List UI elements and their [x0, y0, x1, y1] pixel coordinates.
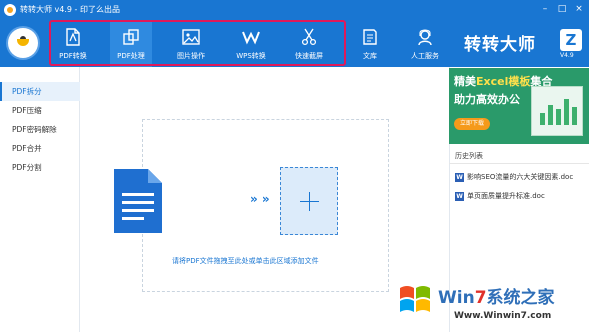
- tool-label: PDF处理: [117, 52, 145, 60]
- library-icon: [363, 29, 377, 45]
- tool-library[interactable]: 文库: [355, 20, 385, 67]
- word-doc-icon: W: [455, 192, 464, 201]
- support-icon: [418, 29, 432, 46]
- tool-wps[interactable]: WPS转换: [230, 20, 272, 67]
- title-bar: 转转大师 v4.9 - 印了么出品 – □ ×: [0, 0, 589, 20]
- arrow-right-icon: » »: [250, 192, 270, 206]
- watermark-title: Win7系统之家: [438, 288, 555, 308]
- download-now-button[interactable]: 立即下载: [454, 118, 490, 130]
- version-label: V4.9: [560, 52, 574, 59]
- sidebar-item-pdf-divide[interactable]: PDF分割: [0, 158, 80, 177]
- close-button[interactable]: ×: [572, 2, 586, 16]
- tool-support[interactable]: 人工服务: [405, 20, 445, 67]
- tool-pdf-process[interactable]: PDF处理: [110, 20, 152, 67]
- user-avatar[interactable]: [8, 28, 38, 58]
- sidebar-item-pdf-merge[interactable]: PDF合并: [0, 139, 80, 158]
- wps-icon: [242, 31, 260, 45]
- tool-label: 快速截屏: [295, 52, 323, 60]
- history-title: 历史列表: [455, 152, 483, 160]
- ad-banner[interactable]: 精美Excel模板集合 助力高效办公 立即下载: [449, 68, 589, 144]
- pdf-process-icon: [123, 29, 139, 45]
- tool-pdf-convert[interactable]: PDF转换: [55, 20, 91, 67]
- history-item[interactable]: W 单页面质量提升标准.doc: [455, 191, 545, 201]
- history-item[interactable]: W 影响SEO流量的六大关键因素.doc: [455, 172, 573, 182]
- banner-subline: 助力高效办公: [454, 93, 520, 106]
- tool-image[interactable]: 图片操作: [170, 20, 212, 67]
- tool-label: 文库: [363, 52, 377, 60]
- watermark: Win7系统之家 Www.Winwin7.com: [396, 275, 586, 329]
- tool-label: WPS转换: [236, 52, 266, 60]
- word-doc-icon: W: [455, 173, 464, 182]
- pdf-convert-icon: [66, 28, 80, 46]
- drop-hint-text: 请将PDF文件拖拽至此处或单击此区域添加文件: [172, 257, 319, 265]
- app-logo-icon: [4, 4, 16, 16]
- scissors-icon: [301, 28, 317, 46]
- tool-screenshot[interactable]: 快速截屏: [288, 20, 330, 67]
- brand-name: 转转大师: [464, 35, 536, 55]
- windows-logo-icon: [400, 286, 430, 312]
- tool-label: 人工服务: [411, 52, 439, 60]
- sidebar-item-pdf-split[interactable]: PDF拆分: [0, 82, 80, 101]
- sidebar-item-pdf-unlock[interactable]: PDF密码解除: [0, 120, 80, 139]
- sidebar: PDF拆分 PDF压缩 PDF密码解除 PDF合并 PDF分割: [0, 67, 80, 332]
- image-icon: [182, 29, 200, 45]
- divider: [449, 163, 589, 164]
- spreadsheet-illustration: [531, 86, 583, 136]
- brand-logo: Z: [560, 29, 582, 51]
- tool-label: 图片操作: [177, 52, 205, 60]
- sidebar-item-pdf-compress[interactable]: PDF压缩: [0, 101, 80, 120]
- window-title: 转转大师 v4.9 - 印了么出品: [20, 5, 120, 14]
- document-icon: [114, 169, 162, 233]
- add-file-button[interactable]: [280, 167, 338, 235]
- minimize-button[interactable]: –: [538, 2, 552, 16]
- tool-label: PDF转换: [59, 52, 87, 60]
- watermark-url: Www.Winwin7.com: [454, 311, 552, 321]
- maximize-button[interactable]: □: [555, 2, 569, 16]
